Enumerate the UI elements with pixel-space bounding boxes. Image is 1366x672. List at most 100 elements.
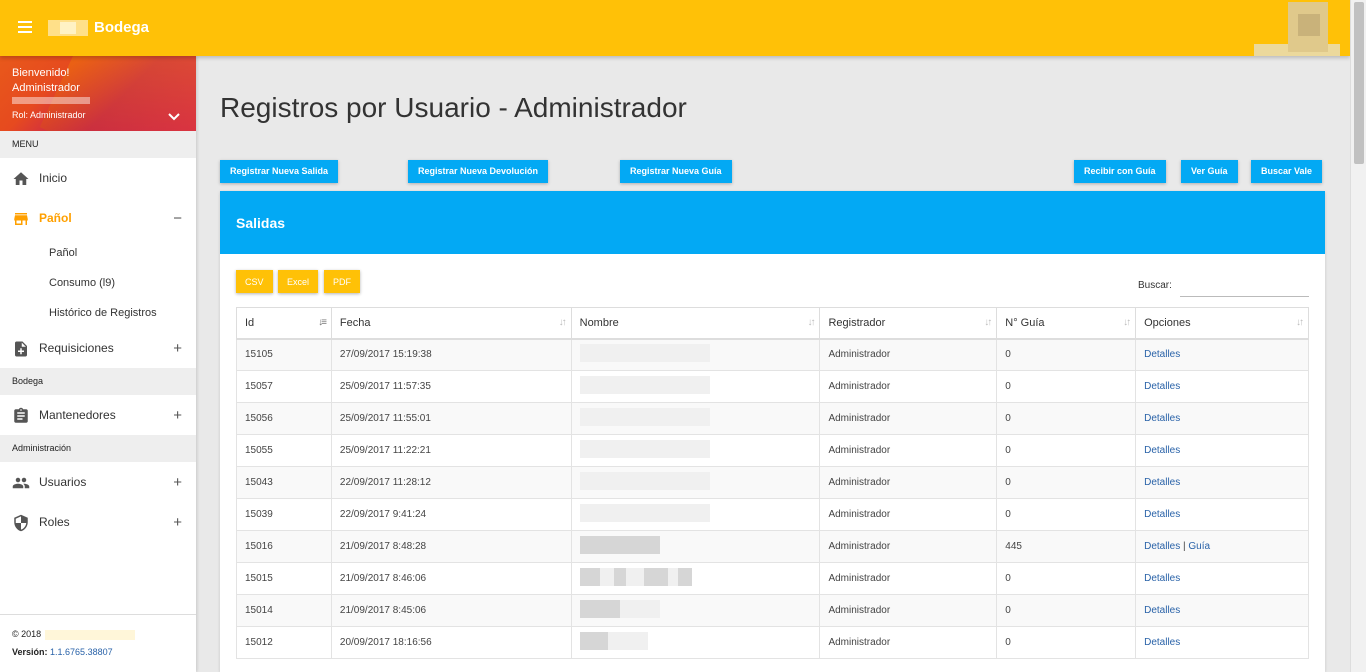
details-link[interactable]: Detalles bbox=[1144, 413, 1180, 424]
cell-opciones: Detalles bbox=[1135, 338, 1309, 371]
cell-registrador: Administrador bbox=[819, 562, 998, 595]
cell-id: 15014 bbox=[236, 594, 332, 627]
user-info-box: Bienvenido! Administrador Rol: Administr… bbox=[0, 56, 196, 131]
cell-id: 15012 bbox=[236, 626, 332, 659]
redacted-name-block bbox=[599, 568, 614, 586]
cell-guia: 0 bbox=[996, 498, 1137, 531]
register-return-button[interactable]: Registrar Nueva Devolución bbox=[408, 160, 549, 183]
register-exit-button[interactable]: Registrar Nueva Salida bbox=[220, 160, 339, 183]
sidebar-item-label: Pañol bbox=[39, 211, 72, 225]
cell-id: 15015 bbox=[236, 562, 332, 595]
user-avatar[interactable] bbox=[1254, 0, 1340, 56]
guide-link[interactable]: Guía bbox=[1188, 541, 1210, 552]
shield-icon bbox=[14, 514, 28, 532]
table-row: 15016 21/09/2017 8:48:28 Administrador 445 D… bbox=[236, 530, 1309, 563]
user-name: Administrador bbox=[12, 82, 80, 94]
cell-guia: 0 bbox=[996, 562, 1137, 595]
collapse-toggle[interactable]: − bbox=[173, 210, 182, 227]
cell-nombre-redacted bbox=[570, 370, 821, 403]
column-header-nombre[interactable]: Nombre ↓↑ bbox=[570, 307, 821, 340]
add-file-icon bbox=[15, 341, 27, 357]
cell-id: 15055 bbox=[236, 434, 332, 467]
chevron-down-icon[interactable] bbox=[166, 110, 182, 124]
sidebar-subitem-historico[interactable]: Histórico de Registros bbox=[0, 298, 196, 328]
column-header-fecha[interactable]: Fecha ↓↑ bbox=[330, 307, 572, 340]
column-header-id[interactable]: Id ↓≡ bbox=[236, 307, 332, 340]
column-label: Fecha bbox=[339, 316, 371, 329]
details-link[interactable]: Detalles bbox=[1144, 477, 1180, 488]
menu-section-label: MENU bbox=[0, 131, 196, 158]
redacted-name-block bbox=[625, 568, 644, 586]
hamburger-icon[interactable] bbox=[14, 18, 36, 38]
card-title: Salidas bbox=[220, 191, 1325, 254]
cell-guia: 0 bbox=[996, 402, 1137, 435]
sidebar-item-roles[interactable]: Roles + bbox=[0, 502, 196, 542]
cell-guia: 445 bbox=[996, 530, 1137, 563]
redacted-name-block bbox=[579, 408, 710, 426]
sort-icon: ↓↑ bbox=[1123, 317, 1131, 328]
column-label: Nombre bbox=[579, 316, 619, 329]
cell-opciones: Detalles bbox=[1135, 402, 1309, 435]
receive-with-guide-button[interactable]: Recibir con Guía bbox=[1074, 160, 1166, 183]
cell-guia: 0 bbox=[996, 626, 1137, 659]
page-scrollbar[interactable] bbox=[1350, 0, 1366, 672]
user-role: Rol: Administrador bbox=[12, 110, 86, 120]
details-link[interactable]: Detalles bbox=[1144, 349, 1180, 360]
expand-toggle[interactable]: + bbox=[173, 514, 182, 531]
details-link[interactable]: Detalles bbox=[1144, 637, 1180, 648]
cell-opciones: Detalles bbox=[1135, 594, 1309, 627]
sidebar: Bienvenido! Administrador Rol: Administr… bbox=[0, 56, 196, 672]
cell-fecha: 22/09/2017 11:28:12 bbox=[330, 466, 572, 499]
clipboard-icon bbox=[14, 407, 28, 423]
sidebar-item-label: Inicio bbox=[39, 171, 68, 185]
cell-registrador: Administrador bbox=[819, 466, 998, 499]
details-link[interactable]: Detalles bbox=[1144, 541, 1180, 552]
table-row: 15039 22/09/2017 9:41:24 Administrador 0 Det… bbox=[236, 498, 1309, 531]
details-link[interactable]: Detalles bbox=[1144, 605, 1180, 616]
cell-id: 15016 bbox=[236, 530, 332, 563]
version-number: 1.1.6765.38807 bbox=[50, 646, 113, 657]
details-link[interactable]: Detalles bbox=[1144, 381, 1180, 392]
scrollbar-thumb[interactable] bbox=[1354, 2, 1364, 164]
cell-id: 15039 bbox=[236, 498, 332, 531]
sidebar-item-label: Roles bbox=[39, 515, 70, 529]
salidas-table: Id ↓≡ Fecha ↓↑ Nombre ↓↑ Registrador ↓↑ N° G… bbox=[236, 307, 1309, 659]
cell-nombre-redacted bbox=[570, 530, 821, 563]
expand-toggle[interactable]: + bbox=[173, 474, 182, 491]
view-guide-button[interactable]: Ver Guía bbox=[1181, 160, 1238, 183]
cell-fecha: 20/09/2017 18:16:56 bbox=[330, 626, 572, 659]
column-header-guia[interactable]: N° Guía ↓↑ bbox=[996, 307, 1137, 340]
expand-toggle[interactable]: + bbox=[173, 340, 182, 357]
export-csv-button[interactable]: CSV bbox=[236, 270, 273, 293]
cell-fecha: 22/09/2017 9:41:24 bbox=[330, 498, 572, 531]
sort-icon: ↓↑ bbox=[984, 317, 992, 328]
details-link[interactable]: Detalles bbox=[1144, 573, 1180, 584]
redacted-name-block bbox=[579, 568, 600, 586]
sidebar-item-inicio[interactable]: Inicio bbox=[0, 158, 196, 198]
column-header-opciones[interactable]: Opciones ↓↑ bbox=[1135, 307, 1309, 340]
page-title: Registros por Usuario - Administrador bbox=[220, 92, 687, 123]
expand-toggle[interactable]: + bbox=[173, 407, 182, 424]
sidebar-item-mantenedores[interactable]: Mantenedores + bbox=[0, 395, 196, 435]
details-link[interactable]: Detalles bbox=[1144, 445, 1180, 456]
cell-id: 15043 bbox=[236, 466, 332, 499]
copyright-text: © 2018 bbox=[12, 629, 42, 639]
sidebar-item-panol[interactable]: Pañol − bbox=[0, 198, 196, 238]
search-voucher-button[interactable]: Buscar Vale bbox=[1251, 160, 1323, 183]
export-excel-button[interactable]: Excel bbox=[278, 270, 319, 293]
sort-icon: ↓↑ bbox=[807, 317, 815, 328]
details-link[interactable]: Detalles bbox=[1144, 509, 1180, 520]
register-guide-button[interactable]: Registrar Nueva Guía bbox=[620, 160, 732, 183]
export-pdf-button[interactable]: PDF bbox=[324, 270, 360, 293]
cell-registrador: Administrador bbox=[819, 338, 998, 371]
search-label: Buscar: bbox=[1138, 280, 1172, 291]
sidebar-item-usuarios[interactable]: Usuarios + bbox=[0, 462, 196, 502]
redacted-name-block bbox=[579, 376, 710, 394]
sidebar-subitem-panol[interactable]: Pañol bbox=[0, 238, 196, 268]
cell-opciones: Detalles bbox=[1135, 370, 1309, 403]
column-header-registrador[interactable]: Registrador ↓↑ bbox=[819, 307, 998, 340]
redacted-name-block bbox=[667, 568, 678, 586]
sidebar-subitem-consumo[interactable]: Consumo (l9) bbox=[0, 268, 196, 298]
sidebar-item-requisiciones[interactable]: Requisiciones + bbox=[0, 328, 196, 368]
search-input[interactable] bbox=[1180, 275, 1309, 297]
